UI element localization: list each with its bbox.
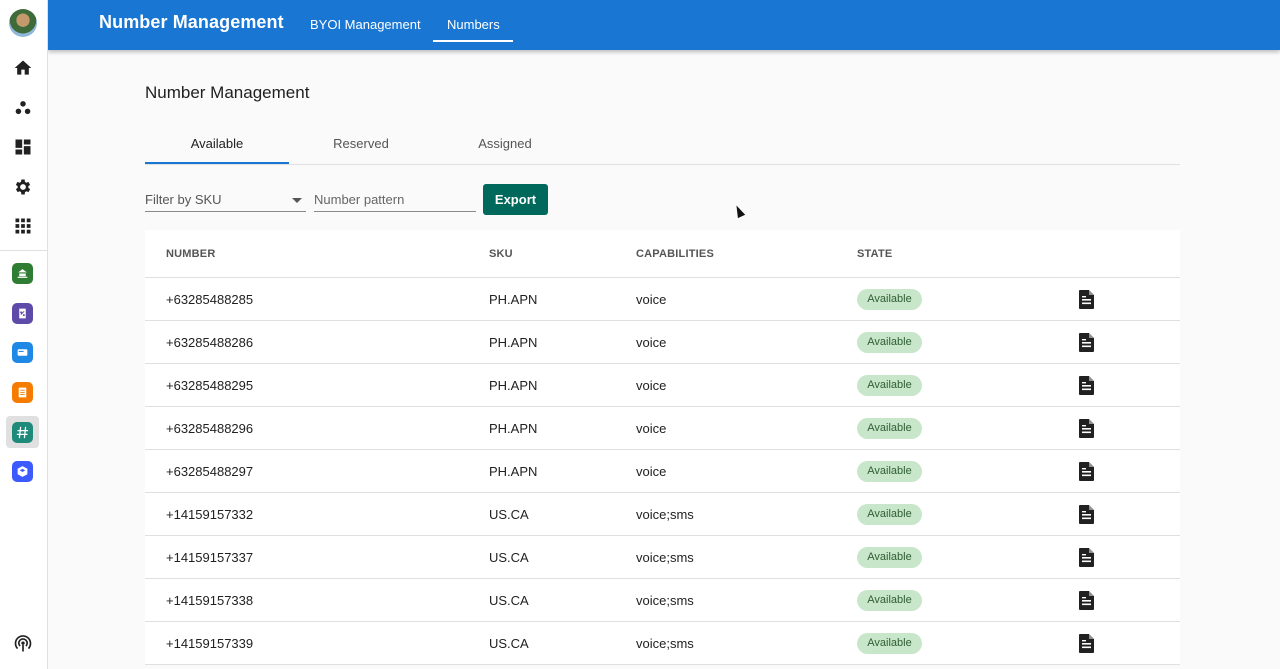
tab-reserved[interactable]: Reserved xyxy=(289,127,433,164)
app-orange-icon[interactable] xyxy=(12,382,33,403)
cell-number: +63285488297 xyxy=(166,464,254,479)
cell-sku: PH.APN xyxy=(489,421,538,436)
cell-sku: PH.APN xyxy=(489,464,538,479)
status-badge: Available xyxy=(857,375,922,396)
cell-capabilities: voice xyxy=(636,378,667,393)
cell-sku: US.CA xyxy=(489,550,529,565)
status-badge: Available xyxy=(857,289,922,310)
cell-number: +14159157338 xyxy=(166,593,254,608)
group-icon[interactable] xyxy=(12,97,34,119)
tab-available[interactable]: Available xyxy=(145,127,289,164)
app-blue-icon[interactable] xyxy=(12,342,33,363)
cell-capabilities: voice xyxy=(636,421,667,436)
filter-by-sku-label: Filter by SKU xyxy=(145,192,222,207)
page-title: Number Management xyxy=(145,83,310,102)
export-button[interactable]: Export xyxy=(483,184,548,215)
tab-active-indicator xyxy=(145,162,289,164)
table-body: +63285488285 PH.APN voice Available +6328548… xyxy=(145,278,1180,665)
chevron-down-icon xyxy=(292,198,302,203)
cell-sku: US.CA xyxy=(489,636,529,651)
table-row[interactable]: +63285488286 PH.APN voice Available xyxy=(145,321,1180,364)
cell-number: +14159157332 xyxy=(166,507,254,522)
filter-by-sku-select[interactable]: Filter by SKU xyxy=(145,188,306,212)
cell-number: +14159157337 xyxy=(166,550,254,565)
settings-icon[interactable] xyxy=(12,176,34,198)
nav-numbers[interactable]: Numbers xyxy=(447,17,500,32)
status-badge: Available xyxy=(857,461,922,482)
app-box-icon[interactable] xyxy=(12,461,33,482)
document-icon[interactable] xyxy=(1079,462,1094,481)
document-icon[interactable] xyxy=(1079,290,1094,309)
cell-capabilities: voice xyxy=(636,335,667,350)
table-row[interactable]: +63285488297 PH.APN voice Available xyxy=(145,450,1180,493)
status-badge: Available xyxy=(857,418,922,439)
nav-byoi-management[interactable]: BYOI Management xyxy=(310,17,421,32)
avatar[interactable] xyxy=(9,9,37,37)
top-app-bar: Number Management BYOI Management Number… xyxy=(48,0,1280,50)
state-tabs: Available Reserved Assigned xyxy=(145,127,1180,165)
cell-sku: PH.APN xyxy=(489,292,538,307)
column-header-number[interactable]: NUMBER xyxy=(166,248,215,260)
table-row[interactable]: +63285488285 PH.APN voice Available xyxy=(145,278,1180,321)
cell-sku: US.CA xyxy=(489,507,529,522)
column-header-sku[interactable]: SKU xyxy=(489,248,513,260)
broadcast-icon[interactable] xyxy=(12,633,34,655)
document-icon[interactable] xyxy=(1079,548,1094,567)
status-badge: Available xyxy=(857,504,922,525)
table-row[interactable]: +14159157332 US.CA voice;sms Available xyxy=(145,493,1180,536)
status-badge: Available xyxy=(857,332,922,353)
table-header-row: NUMBER SKU CAPABILITIES STATE xyxy=(145,230,1180,278)
cell-sku: PH.APN xyxy=(489,335,538,350)
table-row[interactable]: +14159157339 US.CA voice;sms Available xyxy=(145,622,1180,665)
mouse-cursor-icon xyxy=(732,203,746,219)
app-purple-icon[interactable] xyxy=(12,303,33,324)
status-badge: Available xyxy=(857,590,922,611)
dashboard-icon[interactable] xyxy=(12,136,34,158)
app-hash-icon[interactable] xyxy=(12,422,33,443)
number-pattern-input[interactable] xyxy=(314,188,476,212)
document-icon[interactable] xyxy=(1079,376,1094,395)
left-rail xyxy=(0,0,48,669)
apps-grid-icon[interactable] xyxy=(12,215,34,237)
numbers-table: NUMBER SKU CAPABILITIES STATE +632854882… xyxy=(145,230,1180,665)
cell-sku: PH.APN xyxy=(489,378,538,393)
table-row[interactable]: +63285488296 PH.APN voice Available xyxy=(145,407,1180,450)
app-title: Number Management xyxy=(99,12,284,32)
tab-assigned[interactable]: Assigned xyxy=(433,127,577,164)
app-green-icon[interactable] xyxy=(12,263,33,284)
table-row[interactable]: +14159157337 US.CA voice;sms Available xyxy=(145,536,1180,579)
cell-capabilities: voice xyxy=(636,292,667,307)
document-icon[interactable] xyxy=(1079,505,1094,524)
cell-sku: US.CA xyxy=(489,593,529,608)
cell-capabilities: voice;sms xyxy=(636,593,694,608)
rail-divider xyxy=(0,250,48,251)
cell-number: +63285488285 xyxy=(166,292,254,307)
column-header-state[interactable]: STATE xyxy=(857,248,892,260)
status-badge: Available xyxy=(857,633,922,654)
nav-active-indicator xyxy=(433,40,513,42)
document-icon[interactable] xyxy=(1079,634,1094,653)
cell-capabilities: voice;sms xyxy=(636,550,694,565)
document-icon[interactable] xyxy=(1079,591,1094,610)
document-icon[interactable] xyxy=(1079,333,1094,352)
cell-number: +63285488286 xyxy=(166,335,254,350)
table-row[interactable]: +14159157338 US.CA voice;sms Available xyxy=(145,579,1180,622)
home-icon[interactable] xyxy=(12,57,34,79)
column-header-capabilities[interactable]: CAPABILITIES xyxy=(636,248,714,260)
cell-number: +14159157339 xyxy=(166,636,254,651)
cell-number: +63285488295 xyxy=(166,378,254,393)
cell-number: +63285488296 xyxy=(166,421,254,436)
table-row[interactable]: +63285488295 PH.APN voice Available xyxy=(145,364,1180,407)
cell-capabilities: voice xyxy=(636,464,667,479)
document-icon[interactable] xyxy=(1079,419,1094,438)
cell-capabilities: voice;sms xyxy=(636,507,694,522)
status-badge: Available xyxy=(857,547,922,568)
cell-capabilities: voice;sms xyxy=(636,636,694,651)
